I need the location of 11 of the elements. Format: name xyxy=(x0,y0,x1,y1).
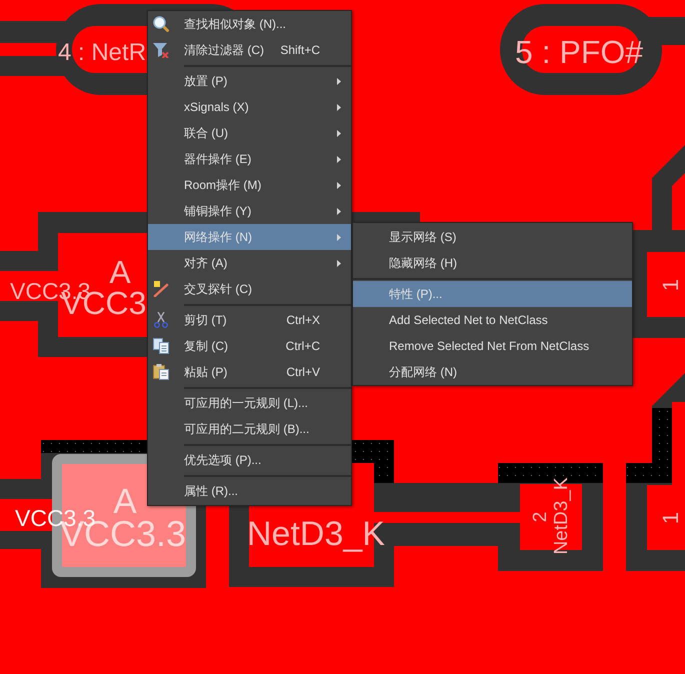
shortcut-label: Ctrl+V xyxy=(286,365,320,379)
pad-designator: A xyxy=(113,482,137,521)
net-label: NetD3_K xyxy=(551,477,572,555)
shortcut-label: Shift+C xyxy=(280,43,320,57)
shortcut-label: Ctrl+X xyxy=(286,313,320,327)
pad-designator: 2 xyxy=(530,512,551,522)
pad-designator: 1 xyxy=(658,512,683,524)
shortcut-label: Ctrl+C xyxy=(286,339,320,353)
pad-designator: 1 xyxy=(658,278,683,292)
pad-designator: A xyxy=(109,254,131,290)
pad-label: 4 : NetR xyxy=(58,39,146,66)
